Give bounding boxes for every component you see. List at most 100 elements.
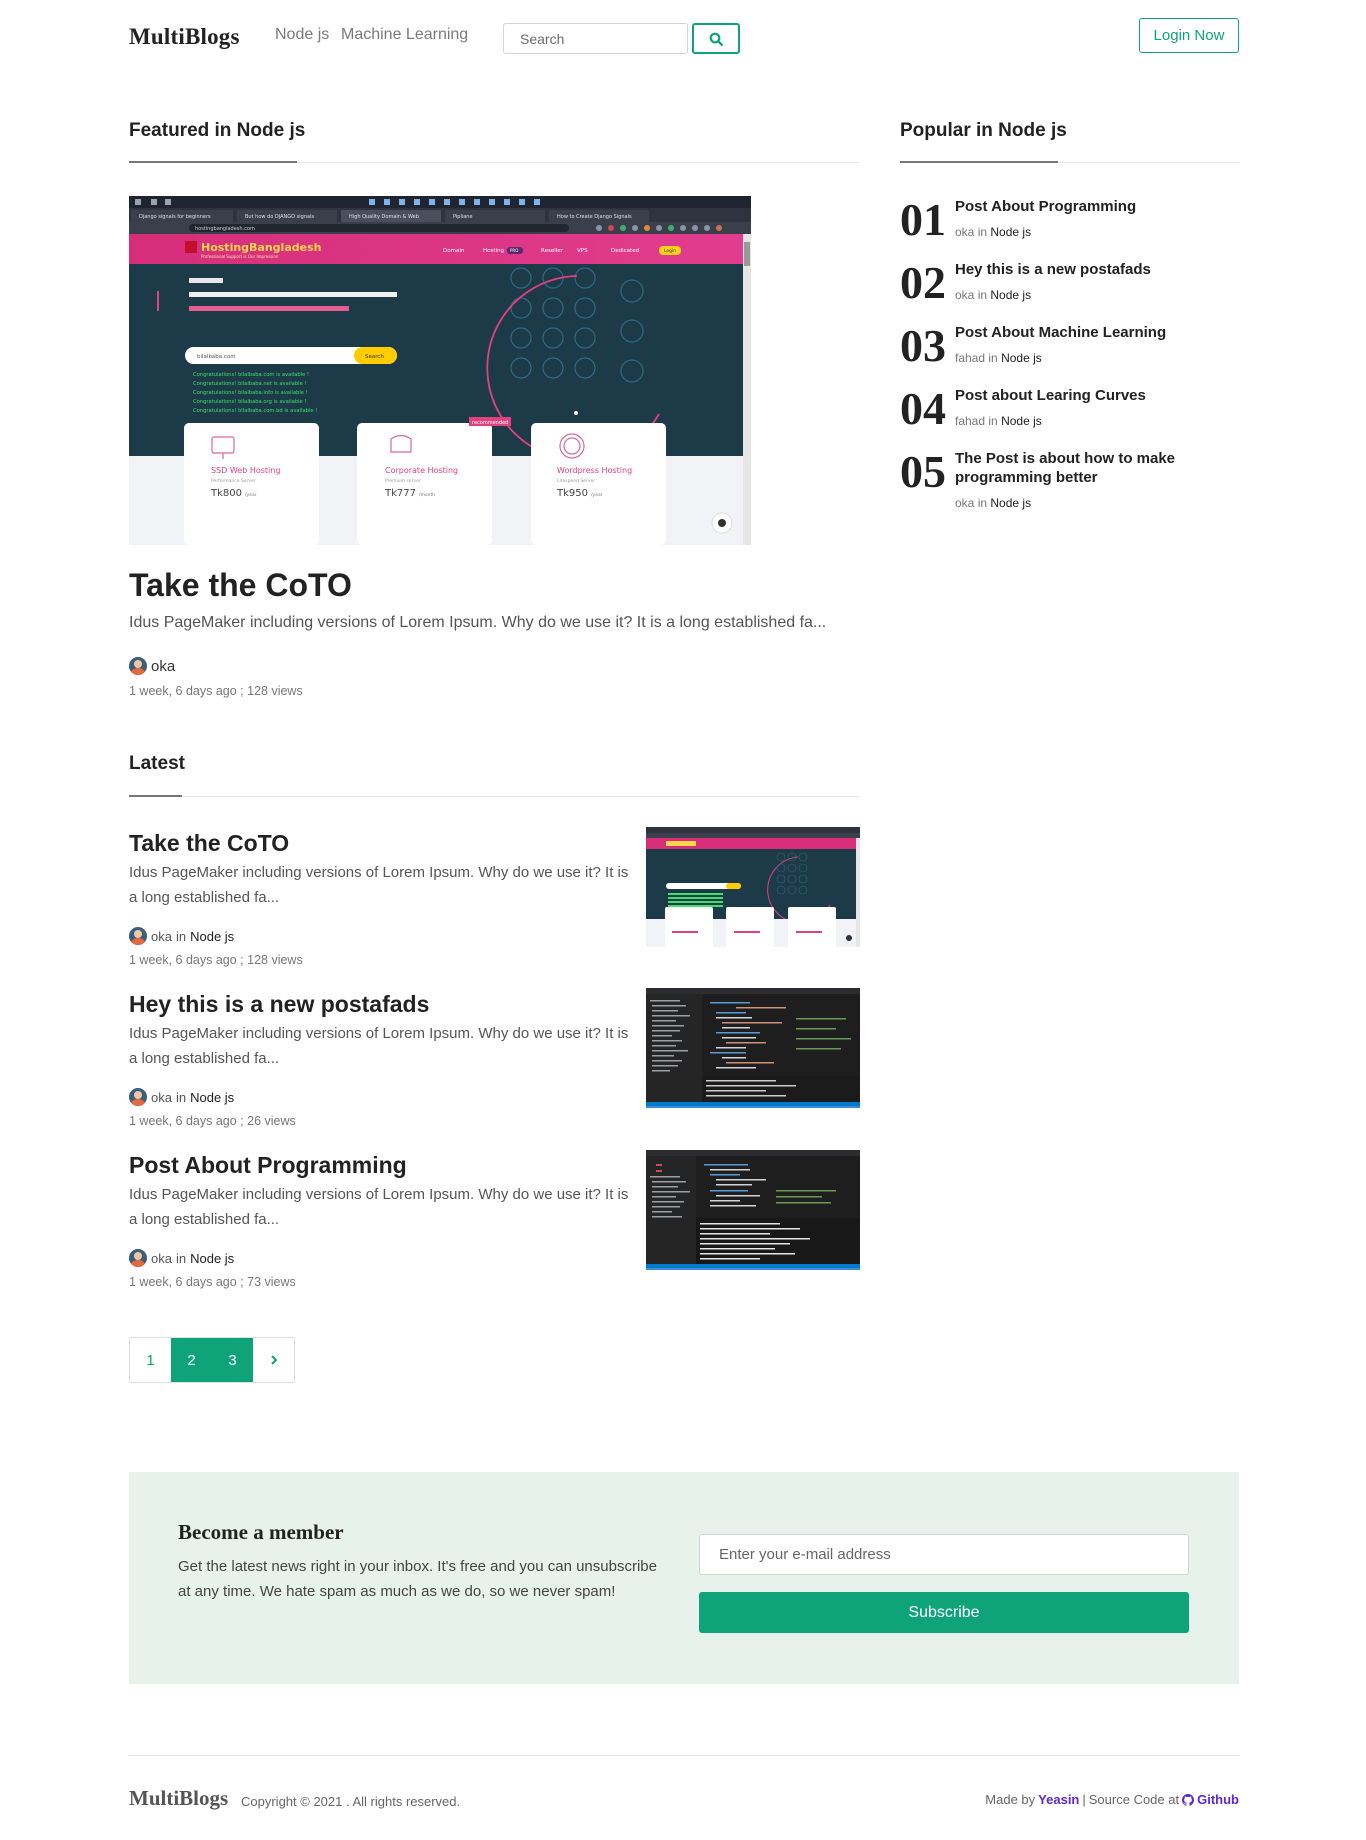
email-field[interactable] xyxy=(699,1534,1189,1575)
svg-text:Domain: Domain xyxy=(443,248,465,254)
thumbnail-code-editor-screenshot xyxy=(646,1150,860,1270)
thumbnail-website-screenshot xyxy=(646,827,860,947)
footer-divider xyxy=(129,1755,1239,1756)
popular-item[interactable]: 04 Post about Learing Curves fahad in No… xyxy=(900,386,1240,446)
avatar xyxy=(129,927,147,945)
copyright-text: Copyright © 2021 . All rights reserved. xyxy=(241,1794,461,1809)
post-meta: 1 week, 6 days ago ; 128 views xyxy=(129,953,303,967)
page-3-button[interactable]: 3 xyxy=(212,1338,253,1382)
svg-text:Tk800: Tk800 xyxy=(210,488,242,499)
popular-item-meta: fahad in Node js xyxy=(955,414,1042,428)
popular-item-meta: oka in Node js xyxy=(955,496,1032,510)
popular-rank: 05 xyxy=(900,446,946,497)
site-logo[interactable]: MultiBlogs xyxy=(129,24,240,50)
popular-item-title[interactable]: Post About Programming xyxy=(955,197,1195,216)
newsletter-description: Get the latest news right in your inbox.… xyxy=(178,1558,657,1600)
next-page-button[interactable] xyxy=(253,1338,294,1382)
popular-item-meta: fahad in Node js xyxy=(955,351,1042,365)
popular-divider xyxy=(900,161,1240,163)
popular-item[interactable]: 03 Post About Machine Learning fahad in … xyxy=(900,323,1240,383)
post-author: oka in Node js xyxy=(129,1249,234,1267)
github-icon xyxy=(1182,1793,1195,1806)
footer-credits: Made by Yeasin | Source Code at Github xyxy=(985,1792,1239,1807)
search-icon xyxy=(709,32,723,46)
popular-item-title[interactable]: Post About Machine Learning xyxy=(955,323,1195,342)
avatar xyxy=(129,1249,147,1267)
svg-text:Congratulations! bilalbaba.net: Congratulations! bilalbaba.net is availa… xyxy=(193,381,306,387)
popular-rank: 01 xyxy=(900,194,946,245)
popular-heading: Popular in Node js xyxy=(900,120,1067,141)
svg-text:Tk777: Tk777 xyxy=(384,488,416,499)
featured-post-meta: 1 week, 6 days ago ; 128 views xyxy=(129,684,303,698)
svg-text:Pipliane: Pipliane xyxy=(453,214,473,220)
featured-post-title[interactable]: Take the CoTO xyxy=(129,567,352,604)
search-button[interactable] xyxy=(692,23,740,54)
svg-text:Hosting: Hosting xyxy=(483,248,504,254)
featured-divider xyxy=(129,161,859,163)
popular-item[interactable]: 02 Hey this is a new postafads oka in No… xyxy=(900,260,1240,320)
svg-text:/year: /year xyxy=(245,492,257,498)
post-title[interactable]: Post About Programming xyxy=(129,1152,407,1179)
svg-text:Professional Support is Our Im: Professional Support is Our Impression xyxy=(201,254,279,259)
chevron-right-icon xyxy=(270,1355,277,1365)
svg-text:Litespeed Server: Litespeed Server xyxy=(557,478,595,484)
page-2-button[interactable]: 2 xyxy=(171,1338,212,1382)
popular-rank: 04 xyxy=(900,383,946,434)
post-excerpt: Idus PageMaker including versions of Lor… xyxy=(129,1186,629,1228)
footer-logo[interactable]: MultiBlogs xyxy=(129,1786,228,1811)
popular-item[interactable]: 01 Post About Programming oka in Node js xyxy=(900,197,1240,257)
latest-divider xyxy=(129,795,859,797)
featured-post-author: oka xyxy=(129,657,175,675)
svg-text:Django signals for beginners: Django signals for beginners xyxy=(139,214,211,220)
popular-item-meta: oka in Node js xyxy=(955,288,1032,302)
github-link[interactable]: Github xyxy=(1197,1792,1239,1807)
svg-text:Premium server: Premium server xyxy=(385,478,421,484)
svg-text:But how do DJANGO signals: But how do DJANGO signals xyxy=(245,214,314,220)
latest-heading: Latest xyxy=(129,753,185,774)
popular-item[interactable]: 05 The Post is about how to make program… xyxy=(900,446,1240,511)
pagination: 1 2 3 xyxy=(129,1337,295,1383)
featured-image[interactable]: Django signals for beginners But how do … xyxy=(129,196,751,545)
login-button[interactable]: Login Now xyxy=(1139,18,1239,53)
svg-text:bilalbaba.com: bilalbaba.com xyxy=(197,354,236,360)
svg-text:Search: Search xyxy=(365,354,384,360)
popular-item-title[interactable]: The Post is about how to make programmin… xyxy=(955,449,1195,487)
svg-text:Congratulations! bilalbaba.com: Congratulations! bilalbaba.com is availa… xyxy=(193,372,309,378)
post-title[interactable]: Hey this is a new postafads xyxy=(129,991,429,1018)
post-thumbnail[interactable] xyxy=(646,1150,860,1270)
svg-text:Congratulations! bilalbaba.org: Congratulations! bilalbaba.org is availa… xyxy=(193,399,306,405)
subscribe-button[interactable]: Subscribe xyxy=(699,1592,1189,1633)
page-1-button[interactable]: 1 xyxy=(130,1338,171,1382)
svg-text:Dedicated: Dedicated xyxy=(611,248,639,254)
featured-post-excerpt: Idus PageMaker including versions of Lor… xyxy=(129,614,827,631)
post-thumbnail[interactable] xyxy=(646,827,860,947)
svg-text:Congratulations! bilalbaba.com: Congratulations! bilalbaba.com.bd is ava… xyxy=(193,408,317,414)
popular-rank: 02 xyxy=(900,257,946,308)
svg-text:VPS: VPS xyxy=(577,248,588,254)
popular-item-title[interactable]: Post about Learing Curves xyxy=(955,386,1195,405)
svg-text:SSD Web Hosting: SSD Web Hosting xyxy=(211,466,280,475)
made-by-label: Made by xyxy=(985,1792,1036,1807)
svg-text:Login: Login xyxy=(664,248,676,254)
svg-text:Tk950: Tk950 xyxy=(556,488,588,499)
newsletter-section: Become a member Get the latest news righ… xyxy=(129,1472,1239,1684)
svg-text:/year: /year xyxy=(591,492,603,498)
svg-text:Reseller: Reseller xyxy=(541,248,564,254)
post-thumbnail[interactable] xyxy=(646,988,860,1108)
nav-link-machine-learning[interactable]: Machine Learning xyxy=(341,26,468,44)
post-title[interactable]: Take the CoTO xyxy=(129,830,289,857)
nav-link-node-js[interactable]: Node js xyxy=(275,26,329,44)
post-author: oka in Node js xyxy=(129,1088,234,1106)
popular-item-meta: oka in Node js xyxy=(955,225,1032,239)
search-input[interactable] xyxy=(503,23,688,54)
site-header: MultiBlogs Node js Machine Learning Logi… xyxy=(129,16,1239,58)
svg-text:hostingbangladesh.com: hostingbangladesh.com xyxy=(195,226,255,232)
post-meta: 1 week, 6 days ago ; 26 views xyxy=(129,1114,296,1128)
post-meta: 1 week, 6 days ago ; 73 views xyxy=(129,1275,296,1289)
author-link[interactable]: Yeasin xyxy=(1038,1792,1079,1807)
post-author: oka in Node js xyxy=(129,927,234,945)
svg-text:PRO: PRO xyxy=(510,248,518,253)
svg-text:recommended: recommended xyxy=(472,420,508,426)
svg-text:Wordpress Hosting: Wordpress Hosting xyxy=(557,466,632,475)
popular-item-title[interactable]: Hey this is a new postafads xyxy=(955,260,1195,279)
